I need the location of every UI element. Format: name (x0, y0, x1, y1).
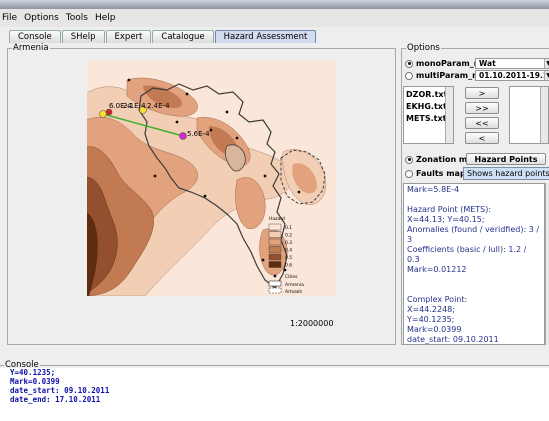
legend-swatch (268, 223, 282, 231)
text-line: Hazard Point (METS): (407, 205, 492, 214)
menu-help[interactable]: Help (95, 13, 116, 23)
selected-files-list[interactable] (509, 86, 549, 144)
text-line: Mark=5.8E-4 (407, 185, 460, 194)
selected-list-scrollbar[interactable] (540, 87, 548, 143)
legend-swatch (268, 253, 282, 261)
text-line: X=44.13; Y=40.15; (407, 215, 485, 224)
hazard-point-magenta[interactable] (179, 132, 187, 140)
legend-level-label: 0.6 (285, 263, 292, 269)
tab-catalogue[interactable]: Catalogue (152, 30, 214, 43)
chevron-down-icon-2[interactable]: ▼ (544, 71, 549, 80)
legend-title: Hazard (269, 216, 285, 222)
mono-param-value: Wat (479, 59, 496, 68)
file-list[interactable]: DZOR.txt EKHG.txt METS.txt (403, 86, 454, 144)
legend-armenia: Armenia (285, 282, 304, 288)
results-text: Mark=5.8E-4 Hazard Point (METS): X=44.13; … (407, 185, 541, 344)
legend-swatch (268, 238, 282, 246)
text-line: X=44.2248; (407, 305, 455, 314)
hazard-point-yellow[interactable] (99, 110, 107, 118)
console-output[interactable]: Y=40.1235; Mark=0.0399 date_start: 09.10.2… (0, 368, 549, 421)
menu-bar: File Options Tools Help (0, 9, 549, 27)
multi-radio-button[interactable] (405, 71, 413, 80)
tab-bar: Console SHelp Expert Catalogue Hazard As… (9, 30, 317, 43)
faults-map-label: Faults map (416, 169, 466, 178)
point-label-4: 5.6E-4 (187, 130, 210, 138)
text-line (407, 275, 541, 285)
menu-options[interactable]: Options (24, 13, 59, 23)
text-line: Complex Point: (407, 295, 468, 304)
hazard-map[interactable]: 6.0E-4 2.1E-4 2.4E-4 5.6E-4 Hazard 0.1 0.… (87, 60, 336, 296)
options-panel-title: Options (406, 43, 441, 53)
move-all-left-button[interactable]: << (465, 117, 499, 129)
tab-expert[interactable]: Expert (105, 30, 152, 43)
hazard-points-button[interactable]: Hazard Points (466, 153, 546, 165)
text-line: Anomalies (found / veridfied): 3 / 3 (407, 225, 540, 244)
legend-artsakh: Artsakh (285, 289, 302, 295)
faults-map-radio[interactable]: Faults map (405, 169, 466, 178)
legend-level-label: 0.2 (285, 233, 292, 239)
text-line: date_start: 09.10.2011 (10, 386, 110, 395)
menu-file[interactable]: File (2, 13, 17, 23)
tab-hazard-assessment[interactable]: Hazard Assessment (214, 30, 317, 43)
results-scrollbar[interactable] (545, 183, 549, 345)
tab-shelp[interactable]: SHelp (61, 30, 105, 43)
file-list-scrollbar[interactable] (445, 87, 453, 143)
legend-swatch (268, 261, 282, 268)
move-left-button[interactable]: < (465, 132, 499, 144)
results-textarea[interactable]: Mark=5.8E-4 Hazard Point (METS): X=44.13; … (403, 183, 545, 345)
armenia-panel-title: Armenia (12, 43, 50, 53)
hazard-map-canvas: 6.0E-4 2.1E-4 2.4E-4 5.6E-4 Hazard 0.10.… (87, 60, 336, 296)
legend-cities-dot (273, 274, 277, 278)
text-line: date_end: 17.10.2011 (10, 395, 101, 404)
legend-swatch (268, 246, 282, 253)
zonation-radio-button[interactable] (405, 155, 413, 164)
legend-artsakh-swatch (268, 287, 282, 294)
legend-level-label: 0.3 (285, 240, 292, 246)
text-line: Mark=0.01212 (407, 265, 467, 274)
text-line: Y=40.1235; (407, 315, 455, 324)
legend-level-label: 0.4 (285, 248, 292, 254)
chevron-down-icon[interactable]: ▼ (544, 59, 549, 68)
text-line: Y=40.1235; (10, 368, 56, 377)
legend-level-label: 0.5 (285, 255, 292, 261)
console-lines: Y=40.1235; Mark=0.0399 date_start: 09.10.2… (10, 368, 549, 404)
point-label-3: 2.4E-4 (147, 102, 170, 110)
point-label-2: 2.1E-4 (123, 102, 146, 110)
menu-tools[interactable]: Tools (66, 13, 88, 23)
tab-console[interactable]: Console (9, 30, 61, 43)
faults-radio-button[interactable] (405, 169, 413, 178)
legend-swatch (268, 231, 282, 238)
text-line: Mark=0.0399 (407, 325, 462, 334)
text-line: Coefficients (basic / lull): 1.2 / 0.3 (407, 245, 527, 264)
multi-param-value: 01.10.2011-19.10.2011 (479, 71, 549, 80)
legend-level-label: 0.1 (285, 225, 292, 231)
mono-radio-button[interactable] (405, 59, 413, 68)
text-line (407, 285, 541, 295)
move-right-button[interactable]: > (465, 87, 499, 99)
multi-param-select[interactable]: 01.10.2011-19.10.2011 ▼ (475, 70, 549, 81)
map-scale: 1:2000000 (290, 319, 334, 328)
legend-armenia-swatch (268, 280, 282, 287)
text-line: Mark=0.0399 (10, 377, 60, 386)
hazard-points-tooltip: Shows hazard points on the (463, 167, 549, 180)
legend-cities: Cities (285, 274, 298, 280)
move-all-right-button[interactable]: >> (465, 102, 499, 114)
mono-param-select[interactable]: Wat ▼ (475, 58, 549, 69)
window-titlebar (0, 0, 549, 9)
text-line (407, 195, 541, 205)
text-line: date_start: 09.10.2011 (407, 335, 499, 344)
